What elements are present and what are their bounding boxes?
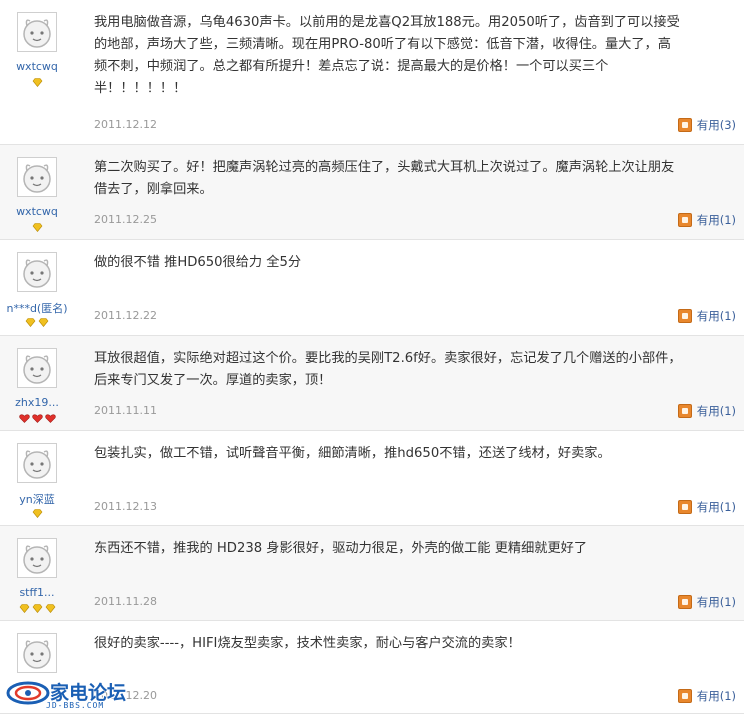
reviewer-rank-badges: [0, 318, 74, 332]
useful-vote-button[interactable]: 有用(1): [677, 403, 736, 419]
site-watermark-logo: 家电论坛 JD-BBS.COM: [6, 676, 126, 710]
review-text: 我用电脑做音源，乌龟4630声卡。以前用的是龙喜Q2耳放188元。用2050听了…: [94, 15, 680, 96]
useful-count: 有用(1): [696, 404, 736, 418]
thumbs-up-icon: [677, 689, 692, 703]
heart-badge-icon: [44, 414, 56, 423]
reviewer-rank-badges: [0, 223, 74, 237]
thumbs-up-icon: [677, 404, 692, 418]
review-item: yn深蓝 包装扎实，做工不错，试听聲音平衡，細節清晰，推hd650不错，还送了线材…: [0, 431, 744, 526]
heart-badge-icon: [18, 414, 30, 423]
review-text: 很好的卖家----，HIFI烧友型卖家，技术性卖家，耐心与客户交流的卖家！: [94, 636, 521, 651]
diamond-badge-icon: [19, 604, 30, 613]
thumbs-up-icon: [677, 118, 692, 132]
useful-count: 有用(1): [696, 309, 736, 323]
diamond-badge-icon: [45, 604, 56, 613]
avatar[interactable]: [17, 538, 57, 578]
review-date: 2011.12.12: [94, 118, 157, 131]
avatar[interactable]: [17, 252, 57, 292]
review-text: 第二次购买了。好！把魔声涡轮过亮的高频压住了，头戴式大耳机上次说过了。魔声涡轮上…: [94, 160, 675, 197]
reviewer-rank-badges: [0, 509, 74, 523]
diamond-badge-icon: [32, 604, 43, 613]
thumbs-up-icon: [677, 213, 692, 227]
review-date: 2011.12.25: [94, 213, 157, 226]
reviewer-name[interactable]: yn深蓝: [0, 491, 74, 507]
useful-vote-button[interactable]: 有用(1): [677, 308, 736, 324]
avatar[interactable]: [17, 157, 57, 197]
avatar[interactable]: [17, 348, 57, 388]
useful-count: 有用(3): [696, 118, 736, 132]
useful-count: 有用(1): [696, 500, 736, 514]
useful-count: 有用(1): [696, 689, 736, 703]
diamond-badge-icon: [32, 78, 43, 87]
review-date: 2011.12.13: [94, 500, 157, 513]
reviewer-rank-badges: [0, 604, 74, 618]
review-item: n***d(匿名) 做的很不错 推HD650很给力 全5分 2011.12.22 有用…: [0, 240, 744, 336]
reviewer-rank-badges: [0, 78, 74, 92]
review-text: 耳放很超值，实际绝对超过这个价。要比我的吴刚T2.6f好。卖家很好，忘记发了几个…: [94, 351, 682, 388]
reviewer-name[interactable]: wxtcwq: [0, 205, 74, 218]
review-date: 2011.12.22: [94, 309, 157, 322]
useful-vote-button[interactable]: 有用(1): [677, 594, 736, 610]
reviewer-rank-badges: [0, 414, 74, 428]
diamond-badge-icon: [25, 318, 36, 327]
useful-vote-button[interactable]: 有用(1): [677, 499, 736, 515]
avatar[interactable]: [17, 443, 57, 483]
diamond-badge-icon: [32, 509, 43, 518]
watermark-url: JD-BBS.COM: [46, 701, 105, 710]
useful-vote-button[interactable]: 有用(1): [677, 212, 736, 228]
avatar[interactable]: [17, 12, 57, 52]
diamond-badge-icon: [32, 223, 43, 232]
review-item: zhx19... 耳放很超值，实际绝对超过这个价。要比我的吴刚T2.6f好。卖家很…: [0, 336, 744, 431]
review-item: wxtcwq 我用电脑做音源，乌龟4630声卡。以前用的是龙喜Q2耳放188元。用…: [0, 0, 744, 145]
thumbs-up-icon: [677, 595, 692, 609]
useful-count: 有用(1): [696, 213, 736, 227]
reviewer-name[interactable]: n***d(匿名): [0, 300, 74, 316]
review-item: stff1... 东西还不错，推我的 HD238 身影很好，驱动力很足，外壳的做工…: [0, 526, 744, 621]
review-item: wxtcwq 第二次购买了。好！把魔声涡轮过亮的高频压住了，头戴式大耳机上次说过了…: [0, 145, 744, 240]
reviewer-name[interactable]: stff1...: [0, 586, 74, 599]
review-text: 包装扎实，做工不错，试听聲音平衡，細節清晰，推hd650不错，还送了线材，好卖家…: [94, 446, 611, 461]
useful-count: 有用(1): [696, 595, 736, 609]
review-text: 做的很不错 推HD650很给力 全5分: [94, 255, 302, 270]
reviewer-name[interactable]: wxtcwq: [0, 60, 74, 73]
useful-vote-button[interactable]: 有用(3): [677, 117, 736, 133]
thumbs-up-icon: [677, 309, 692, 323]
avatar[interactable]: [17, 633, 57, 673]
diamond-badge-icon: [38, 318, 49, 327]
heart-badge-icon: [31, 414, 43, 423]
useful-vote-button[interactable]: 有用(1): [677, 688, 736, 704]
review-date: 2011.11.28: [94, 595, 157, 608]
review-text: 东西还不错，推我的 HD238 身影很好，驱动力很足，外壳的做工能 更精细就更好…: [94, 541, 588, 556]
reviewer-name[interactable]: zhx19...: [0, 396, 74, 409]
review-date: 2011.11.11: [94, 404, 157, 417]
thumbs-up-icon: [677, 500, 692, 514]
